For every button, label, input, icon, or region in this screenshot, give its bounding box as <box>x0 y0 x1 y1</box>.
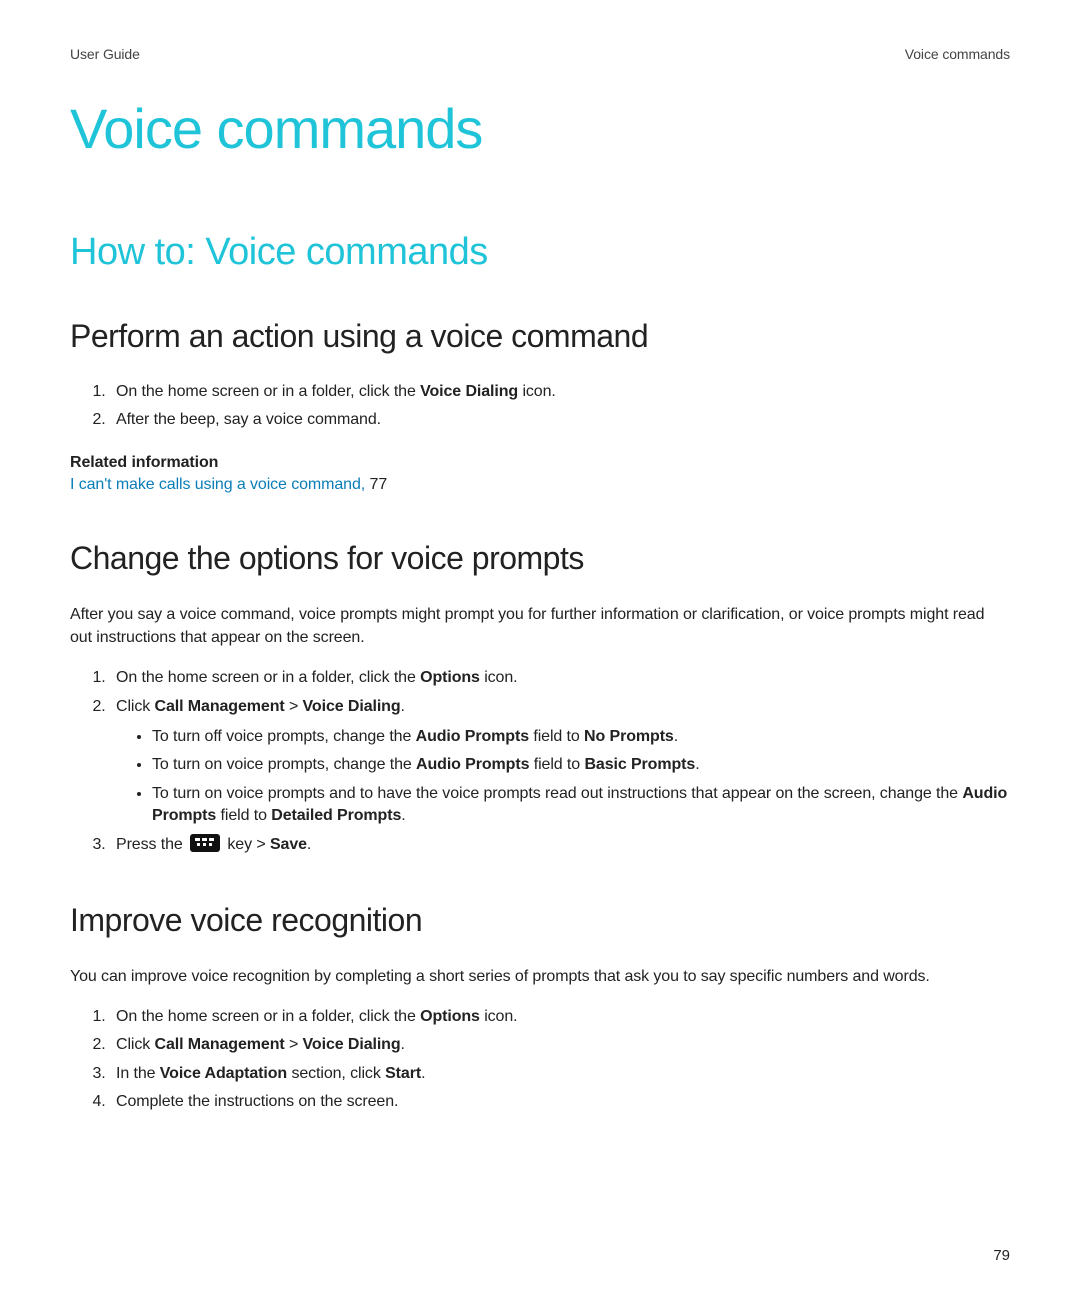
section-title: How to: Voice commands <box>70 231 1010 274</box>
improve-intro: You can improve voice recognition by com… <box>70 965 1010 988</box>
perform-step-2: After the beep, say a voice command. <box>110 409 1010 431</box>
change-bullet-2: To turn on voice prompts, change the Aud… <box>152 754 1010 776</box>
change-steps: On the home screen or in a folder, click… <box>70 667 1010 856</box>
improve-step-1: On the home screen or in a folder, click… <box>110 1006 1010 1028</box>
change-bullet-3: To turn on voice prompts and to have the… <box>152 783 1010 828</box>
page-header: User Guide Voice commands <box>70 46 1010 62</box>
change-bullets: To turn off voice prompts, change the Au… <box>116 726 1010 828</box>
page-number: 79 <box>993 1247 1010 1264</box>
improve-steps: On the home screen or in a folder, click… <box>70 1006 1010 1114</box>
blackberry-key-icon <box>190 834 220 852</box>
header-left: User Guide <box>70 46 140 62</box>
related-link-row: I can't make calls using a voice command… <box>70 476 1010 494</box>
improve-title: Improve voice recognition <box>70 902 1010 939</box>
perform-title: Perform an action using a voice command <box>70 318 1010 355</box>
change-bullet-1: To turn off voice prompts, change the Au… <box>152 726 1010 748</box>
change-step-3: Press the key > Save. <box>110 834 1010 856</box>
improve-step-3: In the Voice Adaptation section, click S… <box>110 1063 1010 1085</box>
related-link[interactable]: I can't make calls using a voice command… <box>70 476 369 493</box>
section-perform: Perform an action using a voice command … <box>70 318 1010 494</box>
related-link-page: 77 <box>369 476 387 493</box>
perform-steps: On the home screen or in a folder, click… <box>70 381 1010 432</box>
header-right: Voice commands <box>905 46 1010 62</box>
change-step-2: Click Call Management > Voice Dialing. T… <box>110 696 1010 828</box>
improve-step-2: Click Call Management > Voice Dialing. <box>110 1034 1010 1056</box>
section-change: Change the options for voice prompts Aft… <box>70 540 1010 856</box>
perform-step-1: On the home screen or in a folder, click… <box>110 381 1010 403</box>
page: User Guide Voice commands Voice commands… <box>0 0 1080 1296</box>
change-title: Change the options for voice prompts <box>70 540 1010 577</box>
improve-step-4: Complete the instructions on the screen. <box>110 1091 1010 1113</box>
page-title: Voice commands <box>70 96 1010 161</box>
related-info-heading: Related information <box>70 454 1010 472</box>
change-intro: After you say a voice command, voice pro… <box>70 603 1010 649</box>
section-improve: Improve voice recognition You can improv… <box>70 902 1010 1114</box>
change-step-1: On the home screen or in a folder, click… <box>110 667 1010 689</box>
